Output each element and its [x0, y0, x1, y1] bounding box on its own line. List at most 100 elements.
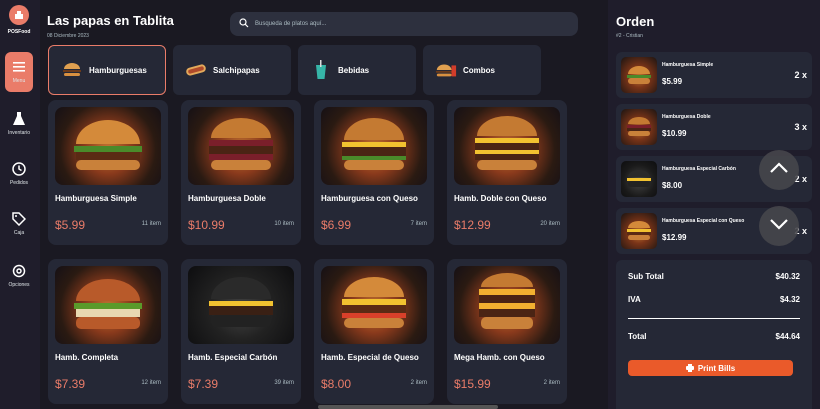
search-bar[interactable]: Busqueda de platos aquí...: [230, 12, 578, 36]
product-count: 39 item: [274, 380, 294, 386]
product-image: [321, 107, 427, 185]
logo-icon: [9, 5, 29, 25]
product-price: $7.39: [188, 377, 219, 391]
tax-value: $4.32: [779, 295, 800, 304]
product-card[interactable]: Hamburguesa Simple $5.99 11 item: [48, 100, 168, 245]
subtotal-label: Sub Total: [628, 272, 664, 281]
order-item[interactable]: Hamburguesa Simple $5.99 2 x: [616, 52, 812, 98]
chevron-up-icon: [769, 161, 789, 179]
product-card[interactable]: Mega Hamb. con Queso $15.99 2 item: [447, 259, 567, 404]
product-card[interactable]: Hamb. Especial de Queso $8.00 2 item: [314, 259, 434, 404]
tag-icon: [12, 212, 26, 226]
product-image: [454, 107, 560, 185]
category-hamburguesas[interactable]: Hamburguesas: [48, 45, 166, 95]
order-item-price: $12.99: [662, 233, 687, 242]
product-image: [55, 107, 161, 185]
category-label: Bebidas: [338, 65, 370, 75]
order-item[interactable]: Hamburguesa Doble $10.99 3 x: [616, 104, 812, 150]
category-label: Hamburguesas: [89, 65, 147, 75]
order-item-name: Hamburguesa Simple: [662, 62, 714, 68]
product-image: [454, 266, 560, 344]
sidebar-item-label: Opciones: [8, 282, 30, 288]
product-card[interactable]: Hamb. Completa $7.39 12 item: [48, 259, 168, 404]
order-item-name: Hamburguesa Especial Carbón: [662, 166, 736, 172]
sidebar-item-pedidos[interactable]: Pedidos: [0, 162, 38, 186]
product-count: 20 item: [540, 221, 560, 227]
order-item-name: Hamburguesa Especial con Queso: [662, 218, 745, 224]
product-image: [55, 266, 161, 344]
order-subtitle: #2 - Cristian: [616, 33, 643, 39]
product-count: 12 item: [141, 380, 161, 386]
tax-label: IVA: [628, 295, 641, 304]
category-label: Salchipapas: [213, 65, 260, 75]
order-item-qty: 3 x: [794, 122, 807, 132]
sidebar: POSFood Menu Inventario Pedidos Caja Opc…: [0, 0, 38, 409]
scroll-up-button[interactable]: [759, 150, 799, 190]
totals-panel: Sub Total $40.32 IVA $4.32 Total $44.64 …: [616, 260, 812, 409]
clock-icon: [12, 162, 26, 176]
subtotal-row: Sub Total $40.32: [628, 272, 800, 281]
settings-icon: [12, 264, 26, 278]
product-card[interactable]: Hamb. Especial Carbón $7.39 39 item: [181, 259, 301, 404]
logo-text: POSFood: [7, 29, 31, 35]
product-price: $12.99: [454, 218, 491, 232]
product-price: $10.99: [188, 218, 225, 232]
product-name: Hamb. Completa: [55, 353, 119, 362]
burger-icon: [61, 61, 83, 79]
category-bebidas[interactable]: Bebidas: [298, 45, 416, 95]
total-value: $44.64: [775, 332, 800, 341]
drink-icon: [310, 60, 332, 79]
sidebar-item-label: Inventario: [8, 130, 30, 136]
order-item-image: [621, 161, 657, 197]
order-item-price: $10.99: [662, 129, 687, 138]
flask-icon: [12, 112, 26, 126]
product-image: [188, 266, 294, 344]
product-name: Hamburguesa Simple: [55, 194, 137, 203]
product-count: 10 item: [274, 221, 294, 227]
hotdog-icon: [185, 61, 207, 79]
sidebar-item-opciones[interactable]: Opciones: [0, 264, 38, 288]
product-price: $6.99: [321, 218, 352, 232]
page-date: 08 Diciembre 2023: [47, 33, 89, 39]
product-card[interactable]: Hamburguesa con Queso $6.99 7 item: [314, 100, 434, 245]
search-input[interactable]: Busqueda de platos aquí...: [255, 21, 326, 27]
total-row: Total $44.64: [628, 332, 800, 341]
order-panel: Orden #2 - Cristian Hamburguesa Simple $…: [608, 0, 820, 409]
sidebar-item-label: Caja: [13, 230, 25, 236]
category-salchipapas[interactable]: Salchipapas: [173, 45, 291, 95]
order-item-price: $8.00: [662, 181, 683, 190]
totals-divider: [628, 318, 800, 319]
chevron-down-icon: [769, 217, 789, 235]
sidebar-item-caja[interactable]: Caja: [0, 212, 38, 236]
product-price: $7.39: [55, 377, 86, 391]
sidebar-item-label: Pedidos: [9, 180, 29, 186]
product-name: Hamb. Especial Carbón: [188, 353, 278, 362]
scroll-down-button[interactable]: [759, 206, 799, 246]
product-count: 2 item: [410, 380, 427, 386]
product-count: 11 item: [141, 221, 161, 227]
product-card[interactable]: Hamburguesa Doble $10.99 10 item: [181, 100, 301, 245]
category-combos[interactable]: Combos: [423, 45, 541, 95]
search-icon: [239, 15, 249, 33]
tax-row: IVA $4.32: [628, 295, 800, 304]
order-item-qty: 2 x: [794, 70, 807, 80]
sidebar-item-menu[interactable]: Menu: [5, 52, 33, 92]
subtotal-value: $40.32: [775, 272, 800, 281]
product-count: 7 item: [410, 221, 427, 227]
total-label: Total: [628, 332, 647, 341]
sidebar-item-inventario[interactable]: Inventario: [0, 112, 38, 136]
print-bills-button[interactable]: Print Bills: [628, 360, 793, 376]
order-item-price: $5.99: [662, 77, 683, 86]
product-image: [188, 107, 294, 185]
order-item-image: [621, 57, 657, 93]
product-name: Hamburguesa con Queso: [321, 194, 418, 203]
category-label: Combos: [463, 65, 495, 75]
product-price: $5.99: [55, 218, 86, 232]
product-price: $8.00: [321, 377, 352, 391]
product-card[interactable]: Hamb. Doble con Queso $12.99 20 item: [447, 100, 567, 245]
product-image: [321, 266, 427, 344]
main-content: Las papas en Tablita 08 Diciembre 2023 B…: [40, 0, 608, 409]
product-price: $15.99: [454, 377, 491, 391]
sidebar-item-label: Menu: [12, 78, 26, 84]
product-count: 2 item: [543, 380, 560, 386]
